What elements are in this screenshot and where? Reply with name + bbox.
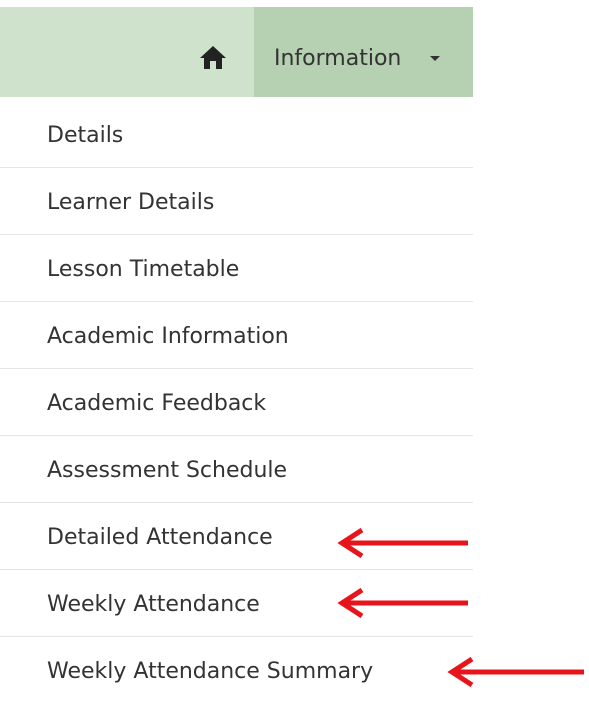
left-arrow-icon	[337, 528, 468, 558]
top-navbar: Information	[0, 7, 473, 97]
menu-item-details[interactable]: Details	[0, 101, 473, 168]
caret-down-icon	[430, 56, 440, 61]
menu-item-weekly-attendance-summary[interactable]: Weekly Attendance Summary	[0, 637, 473, 704]
menu-item-label: Academic Feedback	[47, 391, 267, 416]
menu-item-academic-information[interactable]: Academic Information	[0, 302, 473, 369]
menu-item-lesson-timetable[interactable]: Lesson Timetable	[0, 235, 473, 302]
menu-item-learner-details[interactable]: Learner Details	[0, 168, 473, 235]
menu-item-label: Academic Information	[47, 324, 289, 349]
information-dropdown-toggle[interactable]: Information	[254, 7, 473, 97]
left-arrow-icon	[447, 657, 584, 687]
menu-item-label: Weekly Attendance Summary	[47, 659, 374, 684]
menu-item-label: Detailed Attendance	[47, 525, 273, 550]
menu-item-label: Details	[47, 123, 124, 148]
menu-item-label: Lesson Timetable	[47, 257, 240, 282]
menu-item-label: Learner Details	[47, 190, 215, 215]
menu-item-assessment-schedule[interactable]: Assessment Schedule	[0, 436, 473, 503]
menu-item-label: Assessment Schedule	[47, 458, 288, 483]
information-dropdown-label: Information	[274, 46, 402, 71]
menu-item-academic-feedback[interactable]: Academic Feedback	[0, 369, 473, 436]
menu-item-label: Weekly Attendance	[47, 592, 260, 617]
home-icon[interactable]	[198, 43, 228, 71]
left-arrow-icon	[337, 588, 468, 618]
